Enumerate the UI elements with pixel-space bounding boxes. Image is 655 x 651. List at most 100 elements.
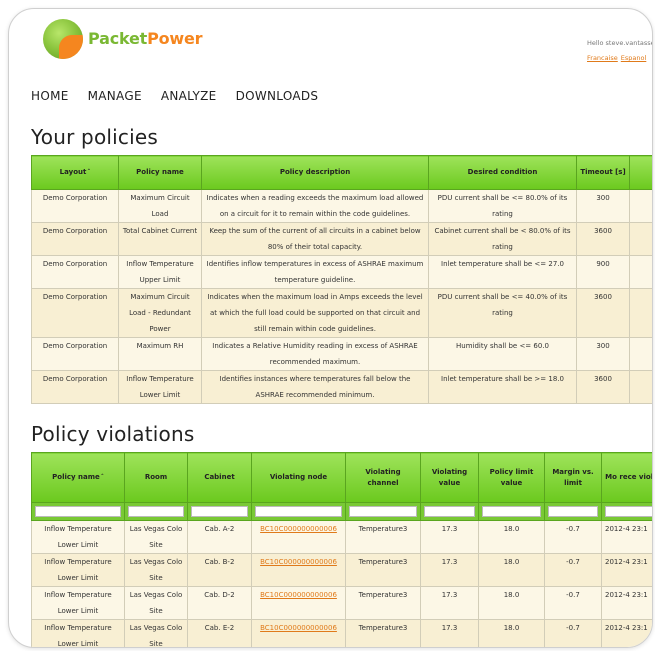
violations-title: Policy violations [31, 422, 195, 446]
policy-name-cell: Total Cabinet Current [118, 222, 202, 256]
violating-node-link[interactable]: BC10C000000000006 [260, 624, 337, 632]
policy-condition-cell: Inlet temperature shall be >= 18.0 [428, 370, 577, 404]
col-header-violating-channel[interactable]: Violating channel [345, 452, 421, 503]
policy-layout-cell: Demo Corporation [31, 337, 119, 371]
filter-input-limit[interactable] [482, 506, 541, 517]
policy-name-cell: Inflow Temperature Lower Limit [118, 370, 202, 404]
policy-row[interactable]: Demo Corporation Maximum Circuit Load Indi… [31, 189, 652, 223]
filter-cell [187, 502, 252, 521]
violation-row[interactable]: Inflow Temperature Lower Limit Las Vegas … [31, 619, 652, 647]
policy-layout-cell: Demo Corporation [31, 288, 119, 338]
violating-node-link[interactable]: BC10C000000000006 [260, 558, 337, 566]
violating-node-link[interactable]: BC10C000000000006 [260, 525, 337, 533]
screenshot-frame: PacketPower Hello steve.vantassel Franca… [8, 8, 653, 648]
col-header-violating-value[interactable]: Violating value [420, 452, 479, 503]
violation-value-cell: 17.3 [420, 553, 479, 587]
violation-node-cell: BC10C000000000006 [251, 520, 346, 554]
col-header-room[interactable]: Room [124, 452, 188, 503]
policy-extra-cell [629, 370, 652, 404]
col-header-margin[interactable]: Margin vs. limit [544, 452, 602, 503]
col-header-v-policy-name[interactable]: Policy nameˆ [31, 452, 125, 503]
policies-table: Layoutˆ Policy name Policy description D… [31, 155, 652, 404]
policy-description-cell: Indicates a Relative Humidity reading in… [201, 337, 429, 371]
violation-row[interactable]: Inflow Temperature Lower Limit Las Vegas … [31, 520, 652, 554]
violation-room-cell: Las Vegas Colo Site [124, 619, 188, 647]
col-header-layout[interactable]: Layoutˆ [31, 155, 119, 190]
policy-condition-cell: Humidity shall be <= 60.0 [428, 337, 577, 371]
user-greeting: Hello steve.vantassel [587, 39, 653, 47]
violation-policy-cell: Inflow Temperature Lower Limit [31, 520, 125, 554]
violation-room-cell: Las Vegas Colo Site [124, 553, 188, 587]
policy-row[interactable]: Demo Corporation Maximum RH Indicates a Re… [31, 337, 652, 371]
col-header-timeout[interactable]: Timeout [s] [576, 155, 630, 190]
col-header-policy-limit[interactable]: Policy limit value [478, 452, 545, 503]
col-header-desired-condition[interactable]: Desired condition [428, 155, 577, 190]
nav-item-manage[interactable]: MANAGE [88, 89, 142, 103]
filter-input-node[interactable] [255, 506, 342, 517]
violation-limit-cell: 18.0 [478, 619, 545, 647]
policy-row[interactable]: Demo Corporation Inflow Temperature Upper… [31, 255, 652, 289]
filter-input-channel[interactable] [349, 506, 417, 517]
filter-input-recent[interactable] [605, 506, 652, 517]
filter-input-margin[interactable] [548, 506, 598, 517]
filter-input-cabinet[interactable] [191, 506, 248, 517]
filter-cell [345, 502, 421, 521]
filter-cell [124, 502, 188, 521]
col-header-violating-node[interactable]: Violating node [251, 452, 346, 503]
nav-item-downloads[interactable]: DOWNLOADS [236, 89, 319, 103]
policy-name-cell: Maximum Circuit Load - Redundant Power [118, 288, 202, 338]
violation-channel-cell: Temperature3 [345, 586, 421, 620]
col-header-extra[interactable] [629, 155, 652, 190]
violation-policy-cell: Inflow Temperature Lower Limit [31, 586, 125, 620]
policy-row[interactable]: Demo Corporation Inflow Temperature Lower… [31, 370, 652, 404]
filter-cell [420, 502, 479, 521]
filter-cell [478, 502, 545, 521]
filter-input-value[interactable] [424, 506, 475, 517]
policy-timeout-cell: 3600 [576, 288, 630, 338]
violations-header-row: Policy nameˆ Room Cabinet Violating node… [31, 452, 652, 503]
violation-value-cell: 17.3 [420, 520, 479, 554]
policy-layout-cell: Demo Corporation [31, 255, 119, 289]
filter-row [31, 502, 652, 521]
violation-margin-cell: -0.7 [544, 619, 602, 647]
col-header-policy-description[interactable]: Policy description [201, 155, 429, 190]
violation-limit-cell: 18.0 [478, 553, 545, 587]
nav-item-analyze[interactable]: ANALYZE [161, 89, 217, 103]
lang-link-espanol[interactable]: Espanol [621, 54, 647, 62]
violation-cabinet-cell: Cab. E-2 [187, 619, 252, 647]
col-header-cabinet[interactable]: Cabinet [187, 452, 252, 503]
logo-icon [43, 19, 83, 59]
filter-input-room[interactable] [128, 506, 184, 517]
policy-row[interactable]: Demo Corporation Total Cabinet Current Kee… [31, 222, 652, 256]
col-header-recent-violation[interactable]: Mo rece viola [601, 452, 652, 503]
violation-value-cell: 17.3 [420, 619, 479, 647]
lang-link-francaise[interactable]: Francaise [587, 54, 618, 62]
violation-channel-cell: Temperature3 [345, 553, 421, 587]
filter-input-policy-name[interactable] [35, 506, 121, 517]
violation-recent-cell: 2012-4 23:1 [601, 619, 652, 647]
policy-layout-cell: Demo Corporation [31, 189, 119, 223]
policy-layout-cell: Demo Corporation [31, 370, 119, 404]
sort-arrow-icon: ˆ [100, 474, 104, 481]
violating-node-link[interactable]: BC10C000000000006 [260, 591, 337, 599]
policy-extra-cell [629, 288, 652, 338]
nav-item-home[interactable]: HOME [31, 89, 69, 103]
policy-timeout-cell: 3600 [576, 370, 630, 404]
col-header-policy-name[interactable]: Policy name [118, 155, 202, 190]
policy-description-cell: Indicates when a reading exceeds the max… [201, 189, 429, 223]
policy-row[interactable]: Demo Corporation Maximum Circuit Load - R… [31, 288, 652, 338]
policy-extra-cell [629, 337, 652, 371]
violation-policy-cell: Inflow Temperature Lower Limit [31, 619, 125, 647]
policy-layout-cell: Demo Corporation [31, 222, 119, 256]
violation-limit-cell: 18.0 [478, 586, 545, 620]
violation-margin-cell: -0.7 [544, 520, 602, 554]
policy-condition-cell: Inlet temperature shall be <= 27.0 [428, 255, 577, 289]
policy-condition-cell: PDU current shall be <= 80.0% of its rat… [428, 189, 577, 223]
violation-cabinet-cell: Cab. B-2 [187, 553, 252, 587]
packetpower-logo[interactable]: PacketPower [43, 17, 213, 69]
policy-timeout-cell: 900 [576, 255, 630, 289]
policy-condition-cell: PDU current shall be <= 40.0% of its rat… [428, 288, 577, 338]
policy-timeout-cell: 3600 [576, 222, 630, 256]
violation-row[interactable]: Inflow Temperature Lower Limit Las Vegas … [31, 586, 652, 620]
violation-row[interactable]: Inflow Temperature Lower Limit Las Vegas … [31, 553, 652, 587]
